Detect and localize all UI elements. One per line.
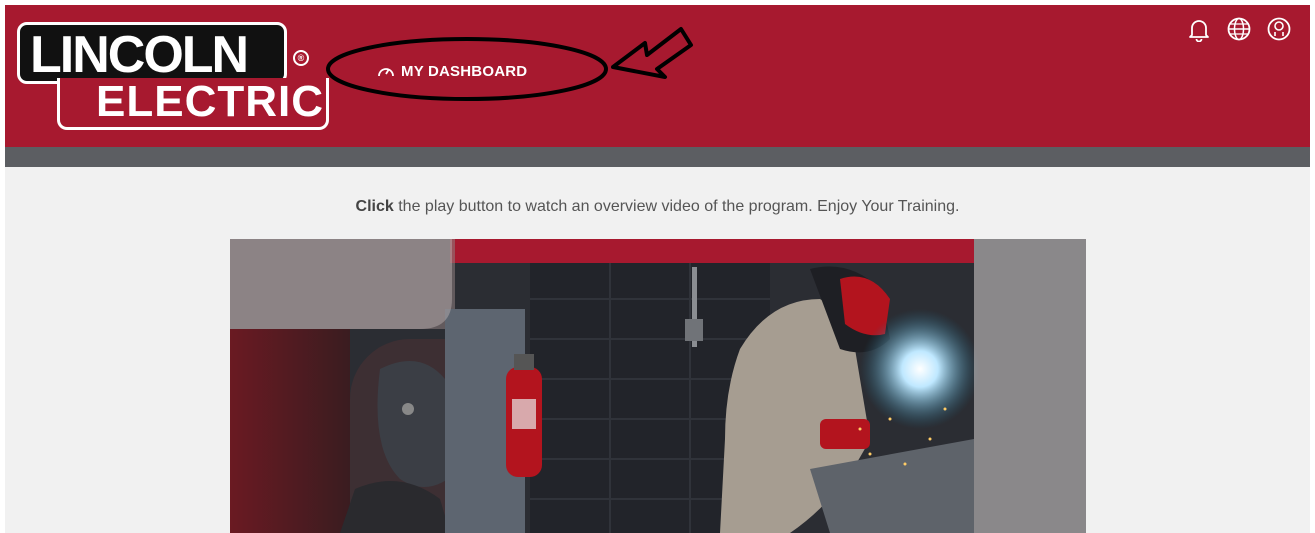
lincoln-electric-logo[interactable]: LINCOLN ® ELECTRIC <box>17 22 329 132</box>
my-dashboard-label: MY DASHBOARD <box>401 62 528 80</box>
instruction-body: the play button to watch an overview vid… <box>393 198 960 215</box>
header-subbar <box>5 147 1310 167</box>
instruction-emphasis: Click <box>355 198 394 215</box>
instruction-text: Click the play button to watch an overvi… <box>5 198 1310 216</box>
page: LINCOLN ® ELECTRIC MY DASHBOARD Click th… <box>5 5 1310 533</box>
logo-line2: ELECTRIC <box>96 77 324 126</box>
user-icon[interactable] <box>1266 16 1292 42</box>
header-icons <box>1186 16 1292 43</box>
overview-video[interactable] <box>230 239 1086 533</box>
site-header: LINCOLN ® ELECTRIC MY DASHBOARD <box>5 5 1310 147</box>
logo-line1: LINCOLN <box>30 26 249 84</box>
video-frame-image <box>230 239 1086 533</box>
my-dashboard-link[interactable]: MY DASHBOARD <box>377 61 527 81</box>
gauge-icon <box>377 63 395 79</box>
globe-icon[interactable] <box>1226 16 1252 42</box>
bell-icon[interactable] <box>1186 16 1212 43</box>
registered-mark: ® <box>293 50 309 66</box>
